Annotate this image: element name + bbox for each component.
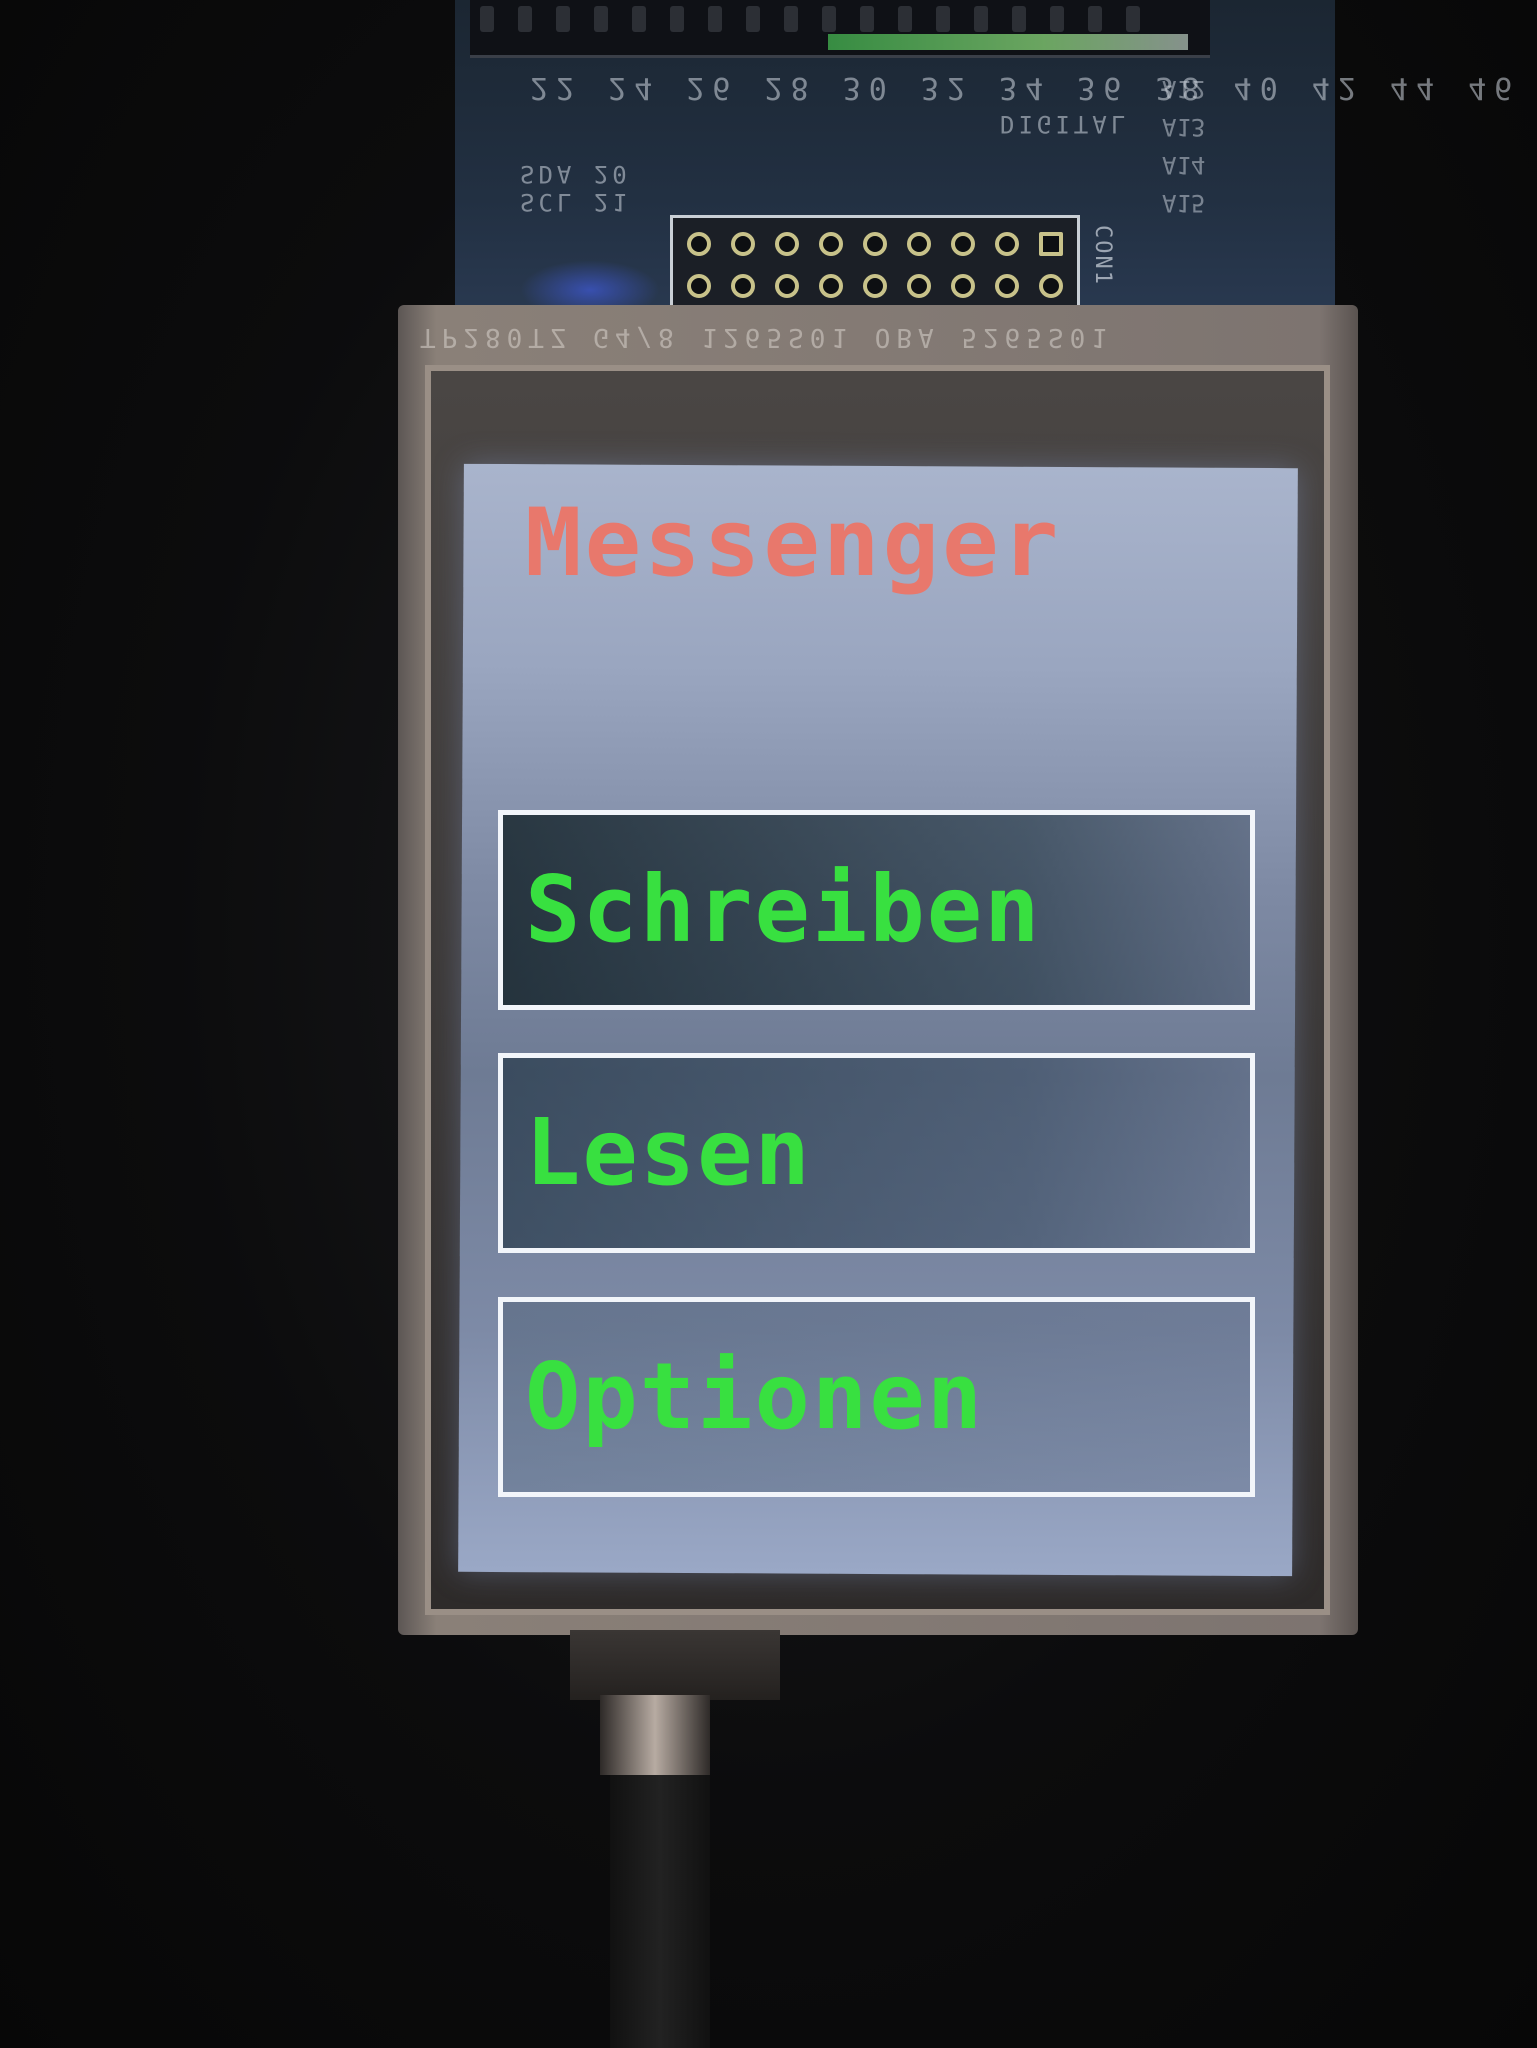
a14-label: A14 [1162,151,1206,179]
write-button-label: Schreiben [525,856,1042,963]
usb-cable [610,1775,710,2048]
pin-number-silkscreen: 22 24 26 28 30 32 34 36 38 40 42 44 46 4… [530,70,1537,105]
header-pin-hole [1039,274,1063,298]
header-pin-hole [687,274,711,298]
con1-pin-header [670,215,1080,310]
header-pin-hole [731,232,755,256]
shield-silkscreen: TP280TZ G4/8 1265S01 OBA 5265S01 [420,322,1113,352]
header-pin-hole [819,274,843,298]
header-pin-hole [775,232,799,256]
header-pin-hole [775,274,799,298]
comm-silkscreen: SCL 21 SDA 20 [520,160,631,216]
sda-label: SDA 20 [520,160,631,188]
options-button-label: Optionen [525,1343,985,1450]
screen-title: Messenger [525,489,1062,598]
usb-connector [570,1630,780,1700]
a12-label: A12 [1162,75,1206,103]
header-pin-hole [863,274,887,298]
analog-silkscreen: A15 A14 A13 A12 [1162,70,1205,222]
header-pins [480,6,1200,32]
options-button[interactable]: Optionen [498,1297,1255,1497]
usb-connector-neck [600,1695,710,1775]
write-button[interactable]: Schreiben [498,810,1255,1010]
digital-silkscreen: DIGITAL [1000,110,1130,138]
header-pin-hole [907,232,931,256]
header-pin-hole [951,232,975,256]
header-pin-hole [1039,232,1063,256]
header-pin-hole [995,232,1019,256]
read-button-label: Lesen [525,1099,812,1206]
header-pin-hole [819,232,843,256]
header-pin-hole [951,274,975,298]
header-pin-hole [687,232,711,256]
header-pin-hole [907,274,931,298]
header-pin-hole [731,274,755,298]
scl-label: SCL 21 [520,188,631,216]
con1-label: CON1 [1090,225,1115,286]
header-pin-hole [995,274,1019,298]
a15-label: A15 [1162,189,1206,217]
photo-scene: 22 24 26 28 30 32 34 36 38 40 42 44 46 4… [0,0,1537,2048]
read-button[interactable]: Lesen [498,1053,1255,1253]
a13-label: A13 [1162,113,1206,141]
digital-silk-bar [828,34,1188,50]
header-pin-hole [863,232,887,256]
